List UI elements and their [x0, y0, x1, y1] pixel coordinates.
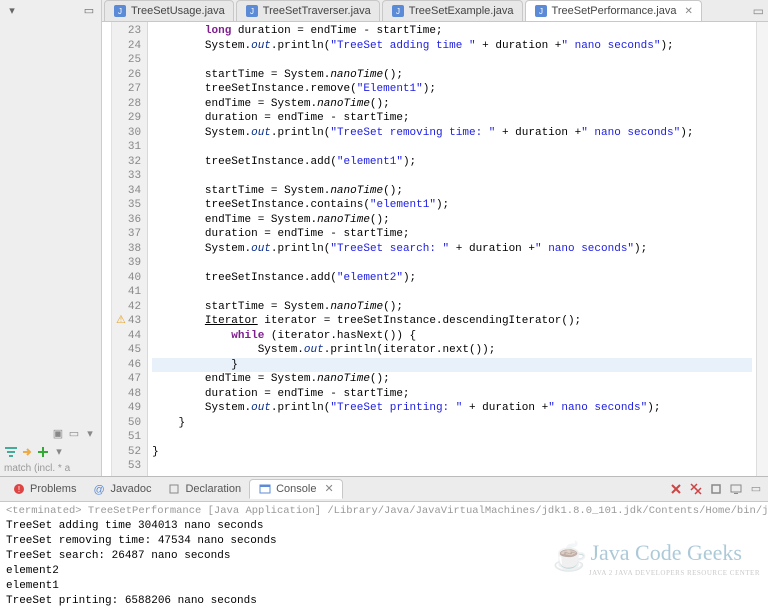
- code-line[interactable]: [152, 169, 752, 184]
- editor-tab[interactable]: J TreeSetUsage.java: [104, 0, 234, 21]
- code-line[interactable]: startTime = System.nanoTime();: [152, 300, 752, 315]
- code-line[interactable]: Iterator iterator = treeSetInstance.desc…: [152, 314, 752, 329]
- bottom-tab-bar: ! Problems @ Javadoc Declaration Console ✕ ▭: [0, 477, 768, 502]
- folding-ruler[interactable]: [102, 22, 112, 476]
- code-line[interactable]: [152, 430, 752, 445]
- svg-text:J: J: [118, 7, 122, 16]
- bottom-tab-console[interactable]: Console ✕: [249, 479, 343, 499]
- console-line: TreeSet adding time 304013 nano seconds: [6, 519, 762, 534]
- svg-text:@: @: [94, 484, 105, 495]
- java-file-icon: J: [113, 4, 127, 18]
- code-line[interactable]: }: [152, 445, 752, 460]
- line-gutter: 2324252627282930313233343536373839404142…: [112, 22, 148, 476]
- code-line[interactable]: endTime = System.nanoTime();: [152, 372, 752, 387]
- code-line[interactable]: treeSetInstance.add("element1");: [152, 155, 752, 170]
- svg-text:!: !: [18, 485, 20, 494]
- view-icon-2[interactable]: ▭: [67, 427, 81, 441]
- tab-label: TreeSetTraverser.java: [263, 5, 371, 17]
- vertical-scrollbar[interactable]: [756, 22, 768, 476]
- svg-text:J: J: [396, 7, 400, 16]
- bottom-tab-declaration[interactable]: Declaration: [159, 479, 249, 499]
- code-line[interactable]: [152, 459, 752, 474]
- code-line[interactable]: endTime = System.nanoTime();: [152, 97, 752, 112]
- console-process-header: <terminated> TreeSetPerformance [Java Ap…: [6, 504, 762, 519]
- console-output[interactable]: <terminated> TreeSetPerformance [Java Ap…: [0, 502, 768, 611]
- code-line[interactable]: System.out.println(iterator.next());: [152, 343, 752, 358]
- code-line[interactable]: endTime = System.nanoTime();: [152, 213, 752, 228]
- code-line[interactable]: System.out.println("TreeSet adding time …: [152, 39, 752, 54]
- editor-tab[interactable]: J TreeSetExample.java: [382, 0, 523, 21]
- code-line[interactable]: [152, 53, 752, 68]
- java-file-icon: J: [245, 4, 259, 18]
- watermark-logo: ☕ Java Code Geeks JAVA 2 JAVA DEVELOPERS…: [553, 545, 760, 581]
- code-line[interactable]: [152, 140, 752, 155]
- code-line[interactable]: System.out.println("TreeSet printing: " …: [152, 401, 752, 416]
- problems-icon: !: [12, 482, 26, 496]
- code-line[interactable]: System.out.println("TreeSet search: " + …: [152, 242, 752, 257]
- tab-label: TreeSetExample.java: [409, 5, 514, 17]
- tab-close-icon[interactable]: ✕: [324, 482, 333, 495]
- code-line[interactable]: while (iterator.hasNext()) {: [152, 329, 752, 344]
- remove-all-icon[interactable]: [688, 481, 704, 497]
- add-icon[interactable]: [36, 445, 50, 459]
- code-line[interactable]: treeSetInstance.add("element2");: [152, 271, 752, 286]
- arrow-right-icon[interactable]: [20, 445, 34, 459]
- java-file-icon: J: [391, 4, 405, 18]
- console-line: TreeSet printing: 6588206 nano seconds: [6, 594, 762, 609]
- bottom-tab-label: Declaration: [185, 483, 241, 495]
- bottom-tab-label: Javadoc: [110, 483, 151, 495]
- javadoc-icon: @: [92, 482, 106, 496]
- view-icon-1[interactable]: ▣: [51, 427, 65, 441]
- open-console-icon[interactable]: ▭: [748, 481, 764, 497]
- bottom-tab-label: Problems: [30, 483, 76, 495]
- match-hint: match (incl. * a: [0, 461, 101, 476]
- warning-icon[interactable]: ⚠: [116, 315, 126, 327]
- bottom-tab-label: Console: [276, 483, 316, 495]
- editor-tab[interactable]: J TreeSetTraverser.java: [236, 0, 380, 21]
- code-line[interactable]: [152, 285, 752, 300]
- bottom-tab-problems[interactable]: ! Problems: [4, 479, 84, 499]
- java-file-icon: J: [534, 4, 548, 18]
- left-sidebar: ▾ ▭ ▣ ▭ ▾ ▾ match (incl. * a: [0, 0, 102, 476]
- tab-label: TreeSetPerformance.java: [552, 5, 677, 17]
- code-line[interactable]: treeSetInstance.remove("Element1");: [152, 82, 752, 97]
- code-line[interactable]: [152, 256, 752, 271]
- code-line[interactable]: startTime = System.nanoTime();: [152, 68, 752, 83]
- filter-icon[interactable]: [4, 445, 18, 459]
- svg-text:J: J: [539, 7, 543, 16]
- code-line[interactable]: }: [152, 358, 752, 373]
- minimize-icon[interactable]: ▭: [81, 2, 97, 18]
- code-line[interactable]: duration = endTime - startTime;: [152, 111, 752, 126]
- code-editor[interactable]: long duration = endTime - startTime; Sys…: [148, 22, 756, 476]
- code-line[interactable]: startTime = System.nanoTime();: [152, 184, 752, 199]
- console-icon: [258, 482, 272, 496]
- editor-tab-bar: J TreeSetUsage.java J TreeSetTraverser.java…: [102, 0, 768, 22]
- code-line[interactable]: duration = endTime - startTime;: [152, 227, 752, 242]
- svg-text:J: J: [250, 7, 254, 16]
- declaration-icon: [167, 482, 181, 496]
- menu-icon[interactable]: ▾: [52, 445, 66, 459]
- collapse-icon[interactable]: ▾: [4, 2, 20, 18]
- code-line[interactable]: System.out.println("TreeSet removing tim…: [152, 126, 752, 141]
- pin-console-icon[interactable]: [708, 481, 724, 497]
- bottom-panel: !Problems@JavadocDeclarationConsole ✕ ▭ …: [0, 476, 768, 611]
- code-line[interactable]: duration = endTime - startTime;: [152, 387, 752, 402]
- code-line[interactable]: }: [152, 416, 752, 431]
- tab-close-icon[interactable]: ✕: [684, 6, 692, 17]
- editor-tab[interactable]: J TreeSetPerformance.java ✕: [525, 0, 702, 21]
- code-line[interactable]: long duration = endTime - startTime;: [152, 24, 752, 39]
- view-icon-3[interactable]: ▾: [83, 427, 97, 441]
- display-console-icon[interactable]: [728, 481, 744, 497]
- maximize-icon[interactable]: ▭: [753, 4, 764, 18]
- code-line[interactable]: treeSetInstance.contains("element1");: [152, 198, 752, 213]
- console-line: element1: [6, 579, 762, 594]
- bottom-tab-javadoc[interactable]: @ Javadoc: [84, 479, 159, 499]
- tab-label: TreeSetUsage.java: [131, 5, 225, 17]
- remove-launch-icon[interactable]: [668, 481, 684, 497]
- editor-panel: J TreeSetUsage.java J TreeSetTraverser.java…: [102, 0, 768, 476]
